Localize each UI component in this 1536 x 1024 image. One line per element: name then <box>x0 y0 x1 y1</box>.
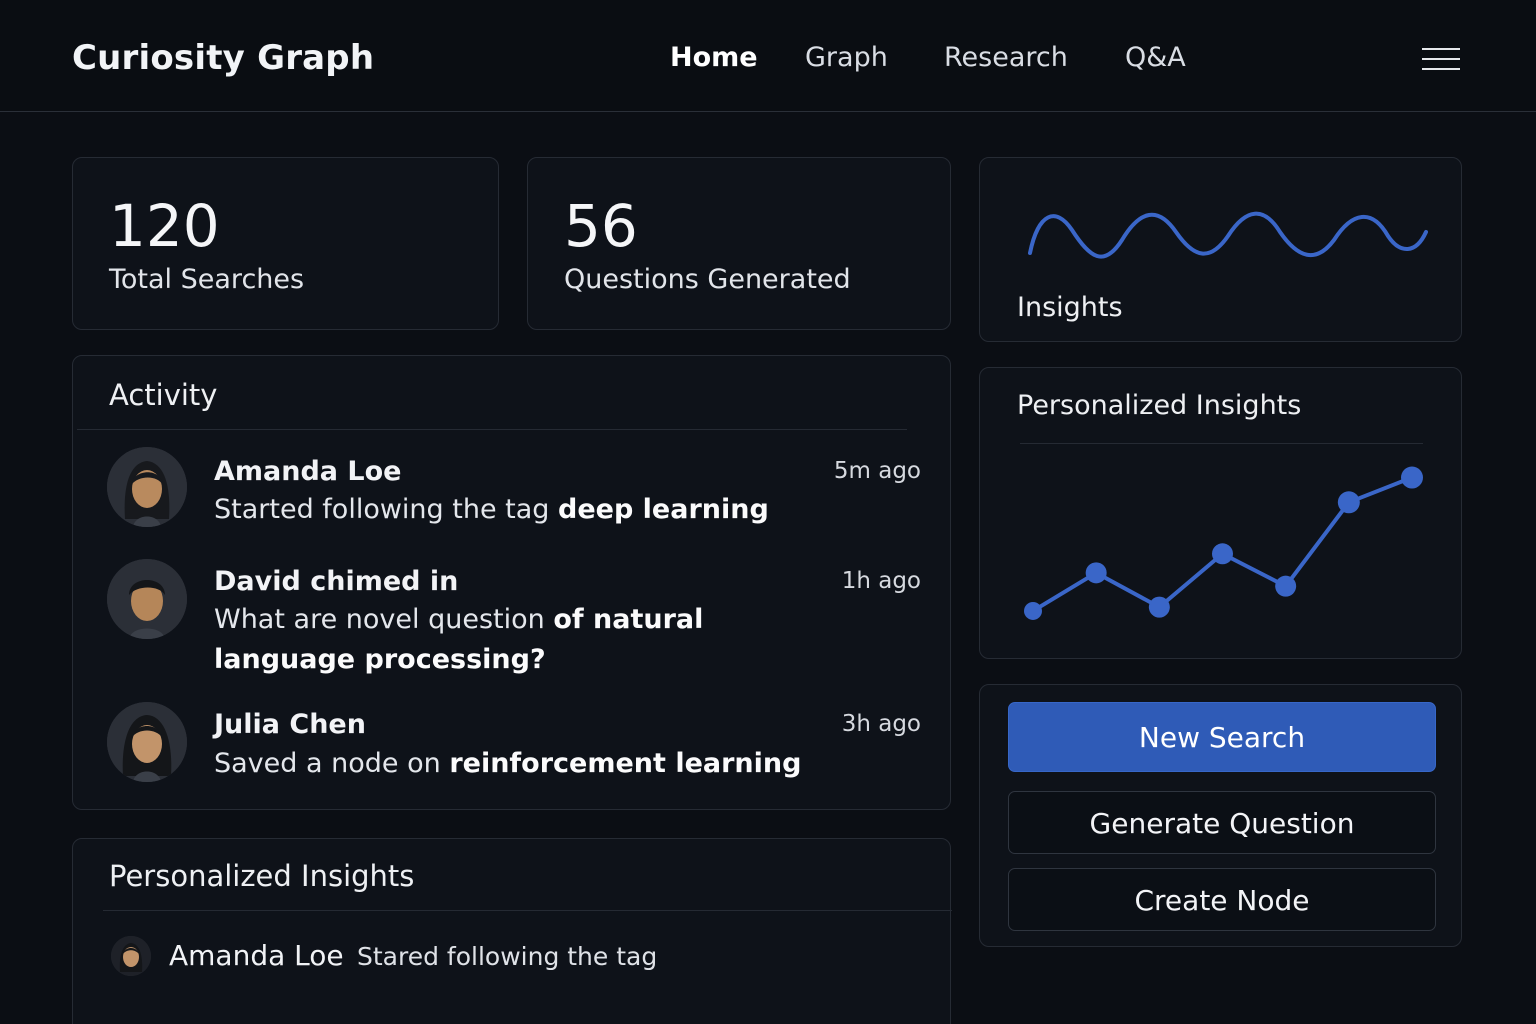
personalized-insights-list-card: Personalized Insights Amanda Loe Stared … <box>72 838 952 1024</box>
data-point[interactable] <box>1148 596 1170 618</box>
avatar[interactable] <box>107 702 187 782</box>
personalized-line-chart <box>1024 466 1423 620</box>
avatar-woman-icon <box>107 447 187 527</box>
top-bar: Curiosity Graph Home Graph Research Q&A <box>0 0 1536 112</box>
avatar[interactable] <box>107 559 187 639</box>
activity-text: What are novel question of natural langu… <box>214 604 704 675</box>
list-item-text: Stared following the tag <box>357 942 658 971</box>
insights-card[interactable]: Insights <box>979 157 1462 342</box>
data-point[interactable] <box>1275 575 1297 597</box>
questions-generated-value: 56 <box>564 192 638 260</box>
list-item-name[interactable]: Amanda Loe <box>169 939 344 972</box>
data-point[interactable] <box>1337 491 1360 514</box>
nav-home[interactable]: Home <box>670 42 758 73</box>
activity-user-name[interactable]: Julia Chen <box>214 709 366 740</box>
avatar[interactable] <box>107 447 187 527</box>
data-point[interactable] <box>1085 562 1107 584</box>
nav-qa[interactable]: Q&A <box>1125 42 1186 73</box>
activity-divider <box>77 429 907 430</box>
personalized-list-title: Personalized Insights <box>109 859 415 893</box>
activity-timestamp: 1h ago <box>841 568 921 594</box>
hamburger-menu-icon[interactable] <box>1422 48 1460 70</box>
create-node-button[interactable]: Create Node <box>1008 868 1436 931</box>
activity-card: Activity Amanda Loe 5m ago Started follo… <box>72 355 951 810</box>
stat-card-questions-generated: 56 Questions Generated <box>527 157 951 330</box>
questions-generated-label: Questions Generated <box>564 264 851 295</box>
total-searches-value: 120 <box>109 192 220 260</box>
total-searches-label: Total Searches <box>109 264 305 295</box>
generate-question-button[interactable]: Generate Question <box>1008 791 1436 854</box>
personalized-insights-chart-card: Personalized Insights <box>979 367 1462 659</box>
activity-timestamp: 3h ago <box>841 711 921 737</box>
avatar[interactable] <box>111 936 151 976</box>
actions-card: New Search Generate Question Create Node <box>979 684 1462 947</box>
activity-title: Activity <box>109 378 218 412</box>
data-point[interactable] <box>1024 601 1042 620</box>
main-nav: Home Graph Research Q&A <box>0 42 1536 82</box>
avatar-woman-icon <box>107 702 187 782</box>
nav-research[interactable]: Research <box>944 42 1068 73</box>
new-search-button[interactable]: New Search <box>1008 702 1436 772</box>
avatar-woman-icon <box>111 936 151 976</box>
activity-user-name[interactable]: David chimed in <box>214 566 458 597</box>
activity-user-name[interactable]: Amanda Loe <box>214 456 401 487</box>
nav-graph[interactable]: Graph <box>805 42 888 73</box>
data-point[interactable] <box>1401 466 1423 489</box>
list-divider <box>103 910 952 911</box>
data-point[interactable] <box>1212 543 1233 565</box>
activity-text: Saved a node on reinforcement learning <box>214 748 802 779</box>
avatar-man-icon <box>107 559 187 639</box>
activity-text: Started following the tag deep learning <box>214 494 769 525</box>
stat-card-total-searches: 120 Total Searches <box>72 157 499 330</box>
insights-title: Insights <box>1017 292 1123 323</box>
activity-timestamp: 5m ago <box>833 458 921 484</box>
